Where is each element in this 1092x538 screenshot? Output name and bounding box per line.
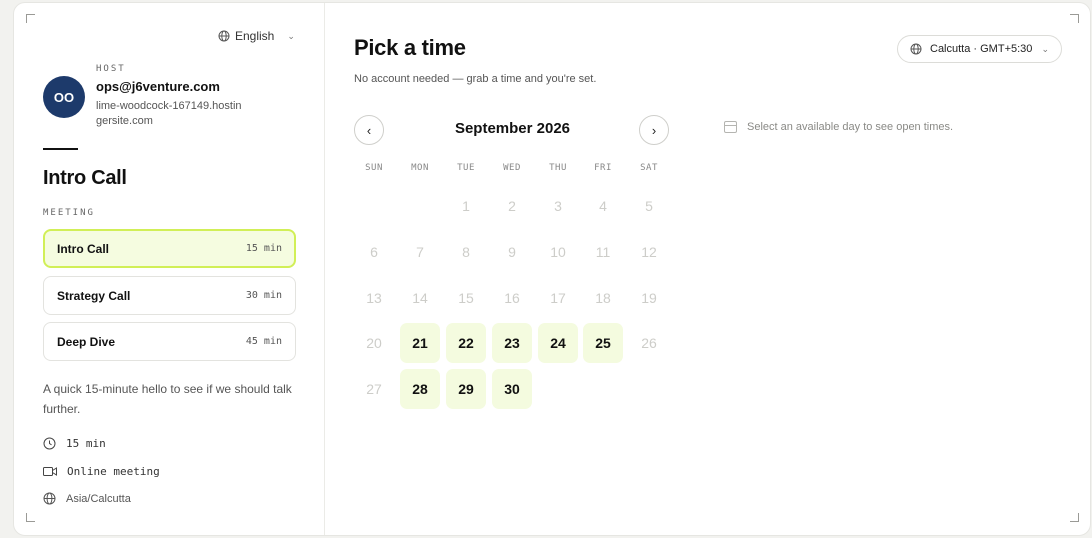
calendar-day-available[interactable]: 24 xyxy=(538,323,578,363)
weekday-header: MON xyxy=(411,163,429,173)
weekday-header: TUE xyxy=(457,163,475,173)
weekday-header: THU xyxy=(549,163,567,173)
page-title: Pick a time xyxy=(354,35,466,60)
calendar-day-available[interactable]: 22 xyxy=(446,323,486,363)
event-type-duration: 45 min xyxy=(245,336,282,347)
timezone-selector[interactable]: Calcutta · GMT+5:30 ⌄ xyxy=(897,35,1062,63)
event-type-name: Deep Dive xyxy=(57,334,116,349)
host-site: lime-woodcock-167149.hostingersite.com xyxy=(96,100,242,127)
globe-icon xyxy=(910,43,922,55)
calendar-day-disabled: 6 xyxy=(370,244,378,260)
detail-duration: 15 min xyxy=(43,437,106,450)
calendar-day-disabled: 26 xyxy=(641,335,657,351)
meeting-label: MEETING xyxy=(43,208,95,218)
clock-icon xyxy=(43,437,56,450)
calendar-day-disabled: 10 xyxy=(550,244,566,260)
detail-location-text: Online meeting xyxy=(67,465,160,478)
chevron-down-icon: ⌄ xyxy=(287,30,295,41)
page-subtitle: No account needed — grab a time and you'… xyxy=(354,73,597,85)
scheduler-panel: Pick a time No account needed — grab a t… xyxy=(325,3,1090,535)
calendar-day-available[interactable]: 28 xyxy=(400,369,440,409)
detail-duration-text: 15 min xyxy=(66,437,106,450)
next-month-button[interactable]: › xyxy=(639,115,669,145)
booking-card: English ⌄ HOST OO ops@j6venture.com lime… xyxy=(13,2,1091,536)
event-description: A quick 15-minute hello to see if we sho… xyxy=(43,382,292,416)
chevron-right-icon: › xyxy=(651,122,657,138)
hint-text: Select an available day to see open time… xyxy=(747,121,954,133)
calendar-day-disabled: 5 xyxy=(645,198,653,214)
event-type-name: Intro Call xyxy=(57,241,110,256)
calendar-day-available[interactable]: 29 xyxy=(446,369,486,409)
avatar: OO xyxy=(43,76,85,118)
weekday-header: FRI xyxy=(594,163,612,173)
divider xyxy=(43,148,78,150)
month-label: September 2026 xyxy=(454,120,571,137)
calendar-day-available[interactable]: 30 xyxy=(492,369,532,409)
weekday-header: SUN xyxy=(365,163,383,173)
calendar-day-disabled: 2 xyxy=(508,198,516,214)
weekday-header: SAT xyxy=(640,163,658,173)
weekday-header: WED xyxy=(503,163,521,173)
calendar-day-disabled: 7 xyxy=(416,244,424,260)
calendar-day-disabled: 19 xyxy=(641,290,657,306)
calendar-day-disabled: 15 xyxy=(458,290,474,306)
calendar-day-disabled: 9 xyxy=(508,244,516,260)
calendar-day-disabled: 18 xyxy=(595,290,611,306)
event-details-panel: English ⌄ HOST OO ops@j6venture.com lime… xyxy=(14,3,325,535)
video-camera-icon xyxy=(43,467,57,476)
host-email: ops@j6venture.com xyxy=(96,79,220,94)
event-type-duration: 30 min xyxy=(245,290,282,301)
calendar-day-disabled: 3 xyxy=(554,198,562,214)
timezone-label: Calcutta · GMT+5:30 xyxy=(930,43,1033,55)
language-selector[interactable]: English ⌄ xyxy=(218,29,295,43)
language-label: English xyxy=(235,29,275,43)
event-type-duration: 15 min xyxy=(245,243,282,254)
detail-timezone-text: Asia/Calcutta xyxy=(66,492,131,505)
calendar-day-disabled: 8 xyxy=(462,244,470,260)
calendar-day-disabled: 17 xyxy=(550,290,566,306)
event-type-intro-call[interactable]: Intro Call 15 min xyxy=(43,229,296,268)
event-type-deep-dive[interactable]: Deep Dive 45 min xyxy=(43,322,296,361)
calendar-day-disabled: 14 xyxy=(412,290,428,306)
calendar-day-disabled: 27 xyxy=(366,381,382,397)
calendar-day-disabled: 20 xyxy=(366,335,382,351)
calendar-day-available[interactable]: 23 xyxy=(492,323,532,363)
calendar-day-available[interactable]: 21 xyxy=(400,323,440,363)
chevron-left-icon: ‹ xyxy=(366,122,372,138)
detail-location: Online meeting xyxy=(43,465,160,478)
calendar-icon xyxy=(724,121,737,133)
host-label: HOST xyxy=(96,64,126,74)
calendar-day-disabled: 12 xyxy=(641,244,657,260)
chevron-down-icon: ⌄ xyxy=(1041,43,1049,54)
globe-icon xyxy=(43,492,56,505)
detail-timezone: Asia/Calcutta xyxy=(43,492,131,505)
event-type-strategy-call[interactable]: Strategy Call 30 min xyxy=(43,276,296,315)
previous-month-button[interactable]: ‹ xyxy=(354,115,384,145)
event-type-name: Strategy Call xyxy=(57,288,131,303)
calendar-day-disabled: 16 xyxy=(504,290,520,306)
time-slots-hint: Select an available day to see open time… xyxy=(724,121,953,133)
globe-icon xyxy=(218,30,230,42)
calendar-day-disabled: 4 xyxy=(599,198,607,214)
event-title: Intro Call xyxy=(43,167,127,189)
calendar-day-available[interactable]: 25 xyxy=(583,323,623,363)
calendar-day-disabled: 11 xyxy=(595,244,611,260)
calendar-day-disabled: 13 xyxy=(366,290,382,306)
calendar-day-disabled: 1 xyxy=(462,198,470,214)
